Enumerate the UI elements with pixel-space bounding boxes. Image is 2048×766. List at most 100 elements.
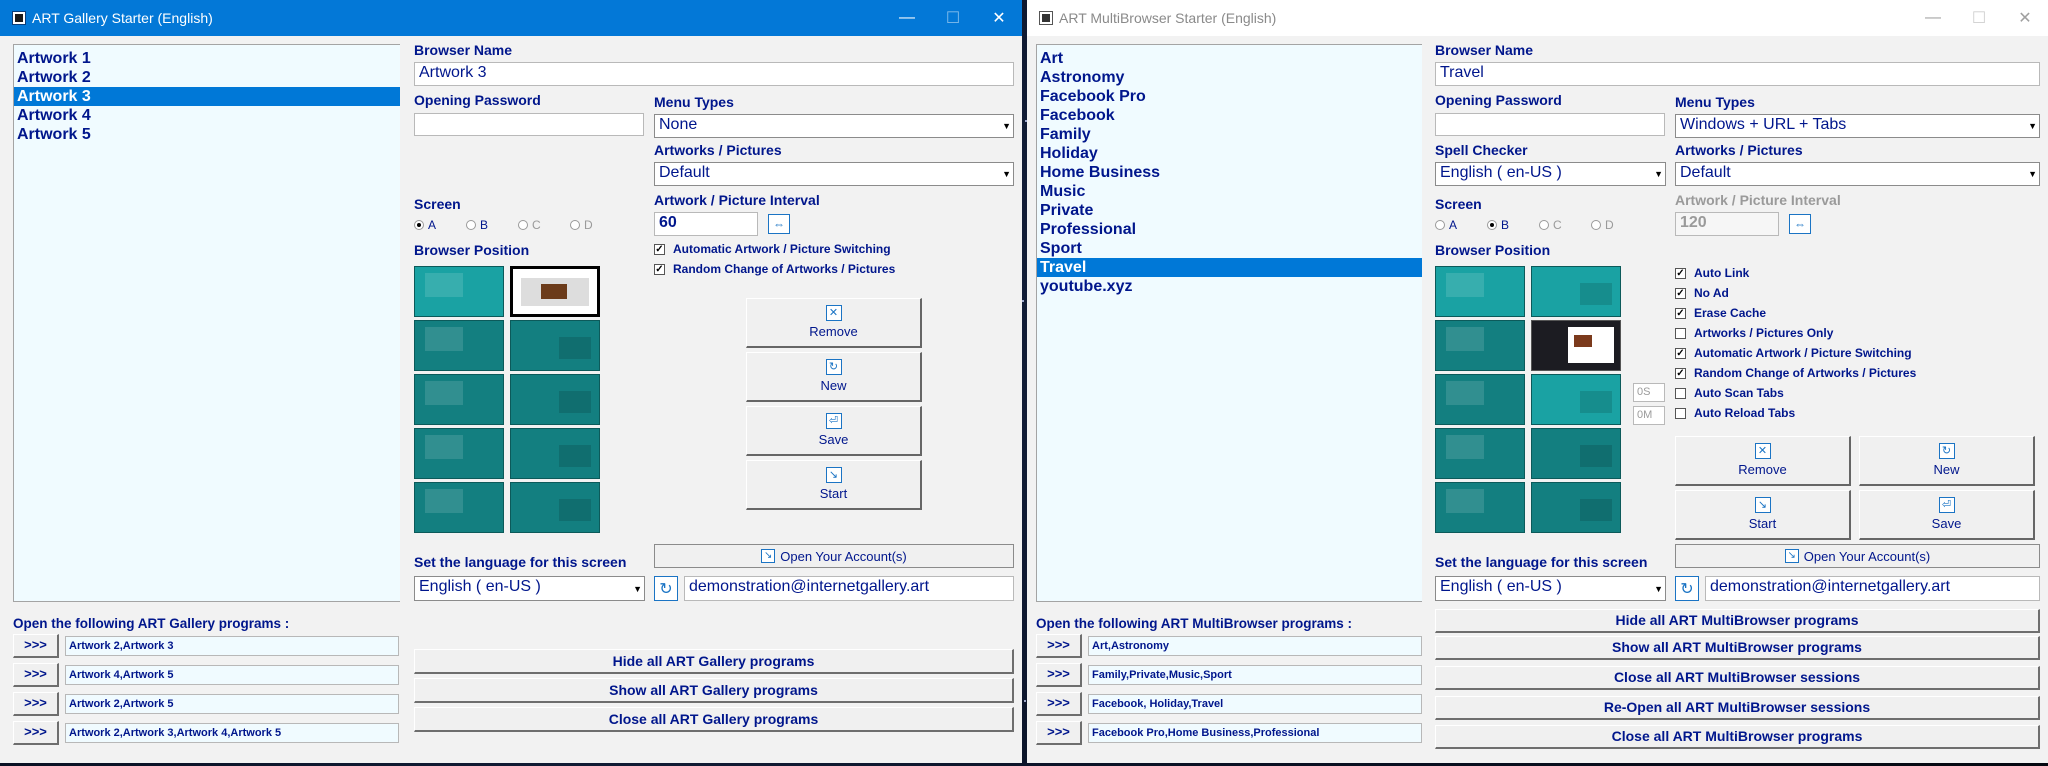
list-item[interactable]: Artwork 1 — [14, 49, 400, 68]
reopen-sessions-button[interactable]: Re-Open all ART MultiBrowser sessions — [1435, 696, 2040, 720]
option-checkbox[interactable]: ✓ Random Change of Artworks / Pictures — [654, 262, 895, 276]
open-programs-button[interactable]: >>> — [1036, 692, 1082, 716]
option-checkbox[interactable]: ✓ Erase Cache — [1675, 306, 1766, 320]
list-item[interactable]: Art — [1037, 49, 1422, 68]
close-all-button[interactable]: Close all ART Gallery programs — [414, 707, 1014, 732]
hide-all-button[interactable]: Hide all ART MultiBrowser programs — [1435, 609, 2040, 633]
browser-list[interactable]: Art Astronomy Facebook Pro Facebook Family Ho… — [1036, 44, 1422, 602]
remove-button[interactable]: ✕ Remove — [1675, 436, 1851, 486]
list-item[interactable]: Artwork 2 — [14, 68, 400, 87]
program-group-field[interactable]: Artwork 2,Artwork 3,Artwork 4,Artwork 5 — [65, 723, 399, 743]
maximize-button[interactable]: ☐ — [1956, 0, 2002, 36]
position-thumb[interactable] — [510, 320, 600, 371]
list-item[interactable]: Family — [1037, 125, 1422, 144]
close-window-button[interactable]: ✕ — [976, 0, 1022, 36]
interval-input[interactable]: 60 — [654, 212, 758, 236]
email-field[interactable]: demonstration@internetgallery.art — [684, 576, 1014, 601]
program-group-field[interactable]: Facebook, Holiday,Travel — [1088, 694, 1422, 714]
position-thumb[interactable] — [1435, 428, 1525, 479]
opening-password-input[interactable] — [414, 113, 644, 136]
save-button[interactable]: ⏎ Save — [746, 406, 922, 456]
artworks-select[interactable]: Default ▼ — [1675, 162, 2040, 186]
position-thumb[interactable] — [1531, 428, 1621, 479]
position-thumb[interactable] — [1435, 374, 1525, 425]
list-item[interactable]: Artwork 5 — [14, 125, 400, 144]
option-checkbox[interactable]: Auto Reload Tabs — [1675, 406, 1795, 420]
open-account-button[interactable]: ↘ Open Your Account(s) — [1675, 544, 2040, 568]
open-programs-button[interactable]: >>> — [1036, 721, 1082, 745]
program-group-field[interactable]: Family,Private,Music,Sport — [1088, 665, 1422, 685]
option-checkbox[interactable]: Auto Scan Tabs — [1675, 386, 1784, 400]
email-field[interactable]: demonstration@internetgallery.art — [1705, 576, 2040, 601]
position-thumb[interactable] — [414, 482, 504, 533]
option-checkbox[interactable]: Artworks / Pictures Only — [1675, 326, 1833, 340]
screen-radio-b[interactable]: B — [1487, 218, 1539, 232]
close-window-button[interactable]: ✕ — [2002, 0, 2048, 36]
new-button[interactable]: ↻ New — [746, 352, 922, 402]
maximize-button[interactable]: ☐ — [930, 0, 976, 36]
position-thumb[interactable] — [1435, 266, 1525, 317]
position-thumb[interactable] — [1531, 374, 1621, 425]
open-programs-button[interactable]: >>> — [13, 692, 59, 716]
language-select[interactable]: English ( en-US ) ▼ — [1435, 576, 1666, 601]
interval-apply-icon[interactable]: ⇔ — [1789, 214, 1811, 234]
open-account-button[interactable]: ↘ Open Your Account(s) — [654, 544, 1014, 568]
hide-all-button[interactable]: Hide all ART Gallery programs — [414, 649, 1014, 674]
multibrowser-titlebar[interactable]: ART MultiBrowser Starter (English) — ☐ ✕ — [1027, 0, 2048, 36]
program-group-field[interactable]: Artwork 4,Artwork 5 — [65, 665, 399, 685]
close-all-button[interactable]: Close all ART MultiBrowser programs — [1435, 725, 2040, 749]
option-checkbox[interactable]: ✓ Automatic Artwork / Picture Switching — [1675, 346, 1912, 360]
open-programs-button[interactable]: >>> — [13, 634, 59, 658]
reload-minutes-input[interactable]: 0M — [1633, 406, 1665, 425]
remove-button[interactable]: ✕ Remove — [746, 298, 922, 348]
position-thumb[interactable] — [1531, 482, 1621, 533]
language-select[interactable]: English ( en-US ) ▼ — [414, 576, 645, 601]
scan-seconds-input[interactable]: 0S — [1633, 383, 1665, 402]
open-programs-button[interactable]: >>> — [1036, 663, 1082, 687]
list-item[interactable]: Sport — [1037, 239, 1422, 258]
save-button[interactable]: ⏎ Save — [1859, 490, 2035, 540]
list-item[interactable]: Professional — [1037, 220, 1422, 239]
list-item[interactable]: Holiday — [1037, 144, 1422, 163]
start-button[interactable]: ↘ Start — [1675, 490, 1851, 540]
close-sessions-button[interactable]: Close all ART MultiBrowser sessions — [1435, 666, 2040, 690]
list-item[interactable]: Astronomy — [1037, 68, 1422, 87]
minimize-button[interactable]: — — [884, 0, 930, 36]
interval-apply-icon[interactable]: ⇔ — [768, 214, 790, 234]
list-item[interactable]: Facebook Pro — [1037, 87, 1422, 106]
position-thumb[interactable] — [1435, 482, 1525, 533]
screen-radio-a[interactable]: A — [414, 218, 466, 232]
position-thumb[interactable] — [414, 374, 504, 425]
position-thumb[interactable] — [510, 482, 600, 533]
menu-types-select[interactable]: None ▼ — [654, 114, 1014, 138]
menu-types-select[interactable]: Windows + URL + Tabs ▼ — [1675, 114, 2040, 138]
list-item[interactable]: youtube.xyz — [1037, 277, 1422, 296]
browser-name-input[interactable]: Travel — [1435, 62, 2040, 86]
open-programs-button[interactable]: >>> — [13, 721, 59, 745]
position-thumb-selected[interactable] — [1531, 320, 1621, 371]
position-thumb[interactable] — [414, 266, 504, 317]
position-thumb[interactable] — [414, 320, 504, 371]
browser-name-input[interactable]: Artwork 3 — [414, 62, 1014, 86]
list-item[interactable]: Artwork 3 — [14, 87, 400, 106]
list-item[interactable]: Music — [1037, 182, 1422, 201]
position-thumb[interactable] — [1435, 320, 1525, 371]
artworks-select[interactable]: Default ▼ — [654, 162, 1014, 186]
list-item[interactable]: Artwork 4 — [14, 106, 400, 125]
list-item[interactable]: Private — [1037, 201, 1422, 220]
position-thumb[interactable] — [510, 428, 600, 479]
program-group-field[interactable]: Artwork 2,Artwork 3 — [65, 636, 399, 656]
new-button[interactable]: ↻ New — [1859, 436, 2035, 486]
option-checkbox[interactable]: ✓ Automatic Artwork / Picture Switching — [654, 242, 891, 256]
position-thumb-selected[interactable] — [510, 266, 600, 317]
program-group-field[interactable]: Artwork 2,Artwork 5 — [65, 694, 399, 714]
program-group-field[interactable]: Facebook Pro,Home Business,Professional — [1088, 723, 1422, 743]
minimize-button[interactable]: — — [1910, 0, 1956, 36]
option-checkbox[interactable]: ✓ Random Change of Artworks / Pictures — [1675, 366, 1916, 380]
list-item[interactable]: Home Business — [1037, 163, 1422, 182]
spell-checker-select[interactable]: English ( en-US ) ▼ — [1435, 162, 1666, 186]
refresh-icon[interactable]: ↻ — [1675, 576, 1699, 601]
program-group-field[interactable]: Art,Astronomy — [1088, 636, 1422, 656]
screen-radio-b[interactable]: B — [466, 218, 518, 232]
open-programs-button[interactable]: >>> — [1036, 634, 1082, 658]
